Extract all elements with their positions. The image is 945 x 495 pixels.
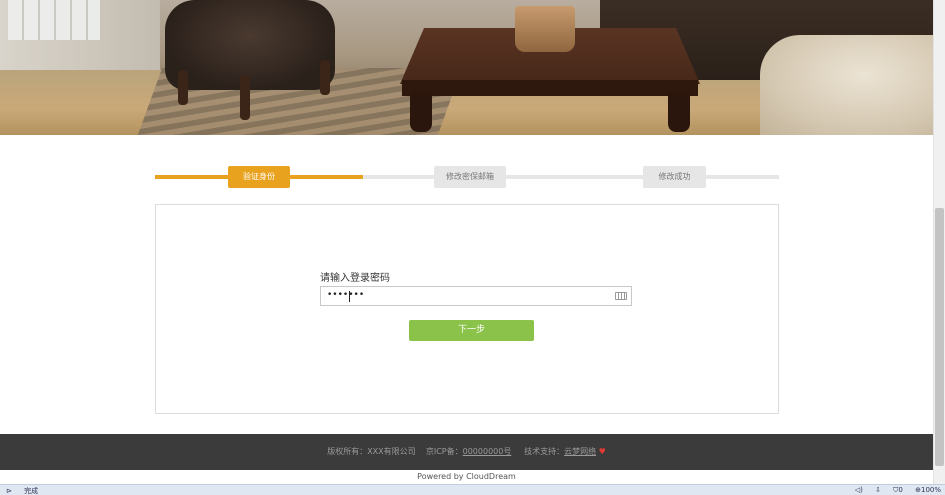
scrollbar-thumb[interactable] xyxy=(935,208,944,466)
banner-chair-leg xyxy=(320,60,330,95)
play-icon[interactable]: ⊳ xyxy=(6,487,12,495)
browser-status-bar: ⊳ 完成 ◁) ⇩ ⛉0 ⊕100% xyxy=(0,484,945,495)
heart-icon: ♥ xyxy=(598,447,606,456)
password-label: 请输入登录密码 xyxy=(320,273,390,284)
zoom-level[interactable]: 100% xyxy=(921,486,941,494)
step-success: 修改成功 xyxy=(643,166,706,188)
footer-icp-prefix: 京ICP备： xyxy=(425,447,463,456)
next-step-button[interactable]: 下一步 xyxy=(409,320,534,341)
status-counter: 0 xyxy=(898,486,903,494)
site-footer: 版权所有：XXX有限公司 京ICP备：00000000号 技术支持：云梦网络 ♥ xyxy=(0,434,933,470)
step-change-email: 修改密保邮箱 xyxy=(434,166,506,188)
download-icon[interactable]: ⇩ xyxy=(875,486,881,494)
text-caret xyxy=(349,291,350,302)
footer-copyright: 版权所有：XXX有限公司 xyxy=(327,447,416,456)
banner-table-leg xyxy=(668,92,690,132)
speaker-icon[interactable]: ◁) xyxy=(855,486,863,494)
step-verify-identity: 验证身份 xyxy=(228,166,290,188)
password-input[interactable]: ••••••• xyxy=(320,286,632,306)
banner-table-leg xyxy=(410,92,432,132)
powered-by[interactable]: Powered by CloudDream xyxy=(0,472,933,481)
banner-chair-leg xyxy=(240,75,250,120)
status-text: 完成 xyxy=(24,487,39,495)
banner-table-apron xyxy=(402,80,698,96)
progress-steps: 验证身份 修改密保邮箱 修改成功 xyxy=(155,166,779,188)
footer-support-link[interactable]: 云梦网络 xyxy=(564,447,596,456)
page: 验证身份 修改密保邮箱 修改成功 请输入登录密码 ••••••• 下一步 版权所… xyxy=(0,0,945,495)
footer-icp-link[interactable]: 00000000号 xyxy=(463,447,512,456)
hero-banner-image xyxy=(0,0,933,135)
verify-form-card: 请输入登录密码 ••••••• 下一步 xyxy=(155,204,779,414)
banner-pillows xyxy=(760,35,933,135)
banner-plant-pot xyxy=(515,6,575,52)
banner-window xyxy=(8,0,100,40)
footer-support-prefix: 技术支持： xyxy=(524,447,565,456)
banner-armchair xyxy=(165,0,335,90)
keyboard-icon[interactable] xyxy=(615,292,627,300)
banner-chair-leg xyxy=(178,70,188,105)
password-value: ••••••• xyxy=(327,290,365,300)
